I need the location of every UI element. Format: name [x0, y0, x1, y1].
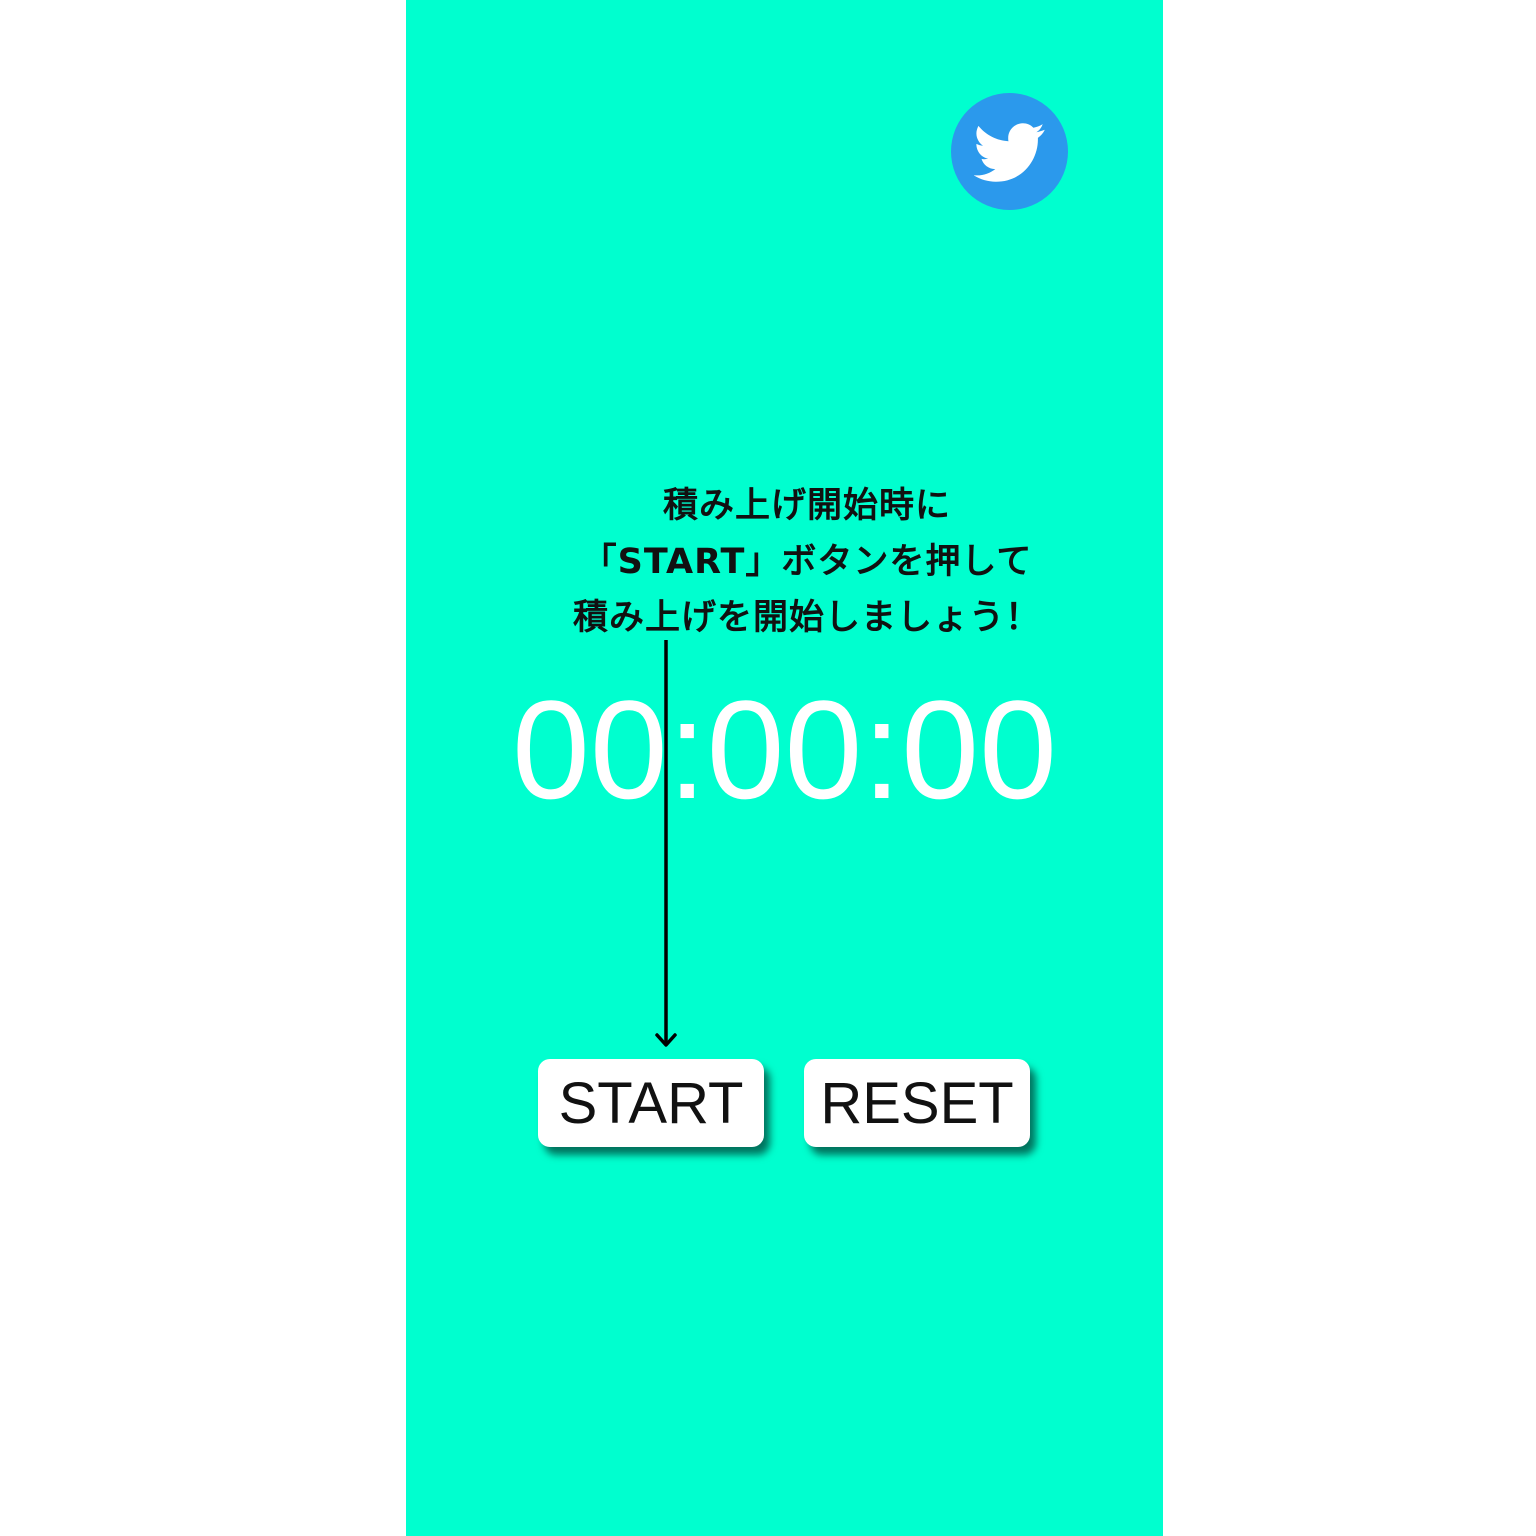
instruction-line-1: 積み上げ開始時に	[662, 486, 951, 526]
reset-button[interactable]: RESET	[804, 1059, 1030, 1147]
instruction-line-2: 「START」ボタンを押して	[581, 542, 1033, 582]
twitter-share-button[interactable]	[951, 93, 1068, 210]
start-button[interactable]: START	[538, 1059, 764, 1147]
twitter-bird-icon	[973, 122, 1045, 182]
timer-display: 00:00:00	[512, 671, 1057, 828]
instruction-line-3: 積み上げを開始しましょう！	[572, 598, 1041, 638]
instruction-text: 積み上げ開始時に 「START」ボタンを押して 積み上げを開始しましょう！	[506, 478, 1108, 646]
arrow-down-icon	[655, 640, 677, 1047]
app-screen: 積み上げ開始時に 「START」ボタンを押して 積み上げを開始しましょう！ 00…	[406, 0, 1163, 1536]
page: 積み上げ開始時に 「START」ボタンを押して 積み上げを開始しましょう！ 00…	[0, 0, 1536, 1536]
